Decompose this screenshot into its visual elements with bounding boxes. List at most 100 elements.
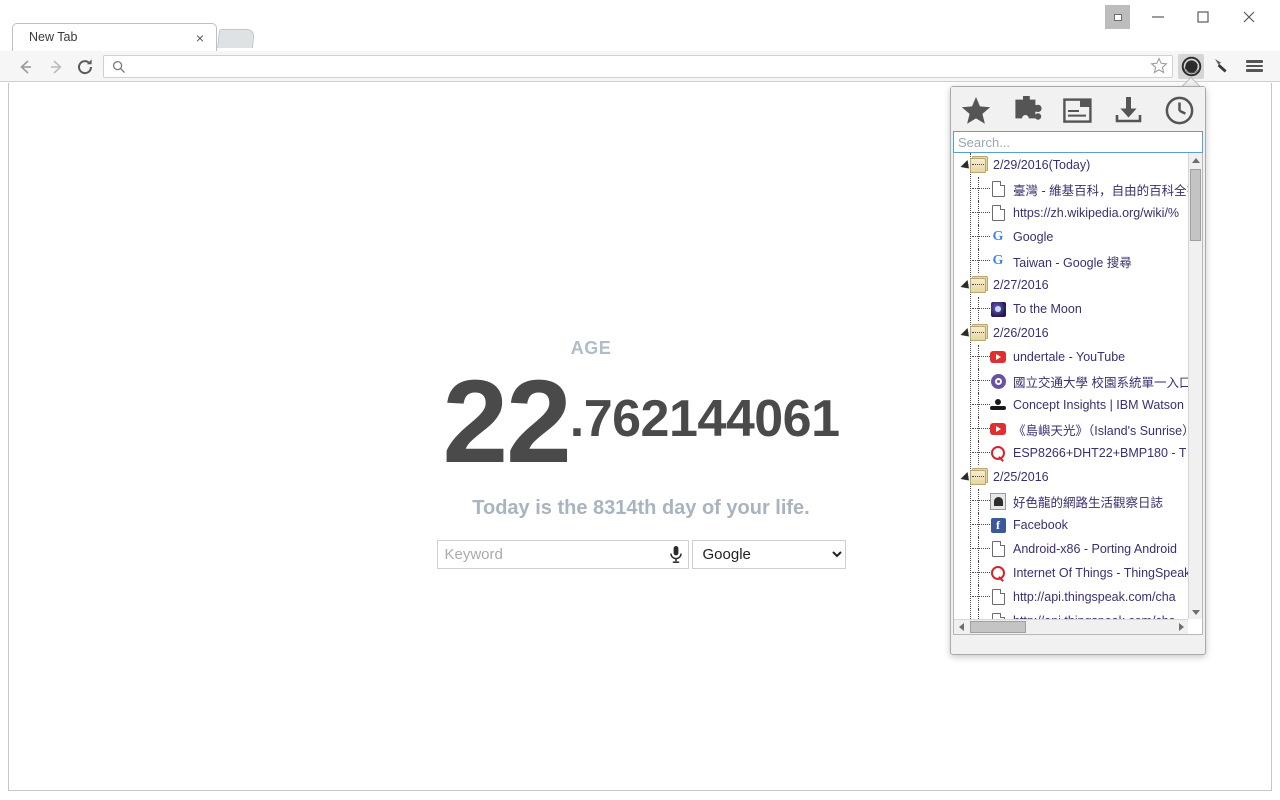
scroll-down-button[interactable] <box>1189 605 1202 619</box>
favicon: G <box>990 253 1006 269</box>
history-date-group[interactable]: 2/29/2016(Today) <box>954 153 1190 177</box>
favicon: f <box>990 517 1006 533</box>
history-entry-row[interactable]: G Taiwan - Google 搜尋 <box>954 249 1190 273</box>
facebook-icon: f <box>990 517 1006 533</box>
keyword-field-wrapper <box>436 540 689 569</box>
tab-close-icon[interactable]: × <box>192 30 208 46</box>
popup-tab-bookmarks[interactable] <box>954 91 998 129</box>
tree-connector-line <box>972 188 990 189</box>
tree-connector-line <box>972 356 990 357</box>
vertical-scrollbar[interactable] <box>1188 153 1202 619</box>
popup-tab-extensions[interactable] <box>1005 91 1049 129</box>
favicon <box>990 541 1006 557</box>
scroll-left-button[interactable] <box>954 620 968 634</box>
history-entry-row[interactable]: ESP8266+DHT22+BMP180 - T <box>954 441 1190 465</box>
favicon <box>990 181 1006 197</box>
history-date-label: 2/25/2016 <box>993 470 1049 484</box>
tree-branch-line <box>978 561 979 585</box>
horizontal-scrollbar-thumb[interactable] <box>970 621 1026 633</box>
history-entry-row[interactable]: G Google <box>954 225 1190 249</box>
restore-glyph <box>1113 13 1122 21</box>
bookmark-star-icon[interactable] <box>1150 57 1168 75</box>
tree-branch-line <box>978 441 979 465</box>
tree-connector-line <box>972 476 984 477</box>
close-button[interactable] <box>1226 0 1272 33</box>
history-popup-panel: 2/29/2016(Today) 臺灣 - 維基百科，自由的百科全書 https:/… <box>950 86 1206 655</box>
tree-connector-line <box>972 260 990 261</box>
tree-connector-line <box>972 164 984 165</box>
document-icon <box>991 541 1005 557</box>
tree-connector-line <box>972 284 984 285</box>
microphone-icon[interactable] <box>669 545 683 564</box>
history-entry-title: undertale - YouTube <box>1013 350 1126 364</box>
minimize-button[interactable] <box>1135 0 1181 33</box>
history-date-group[interactable]: 2/26/2016 <box>954 321 1190 345</box>
chrome-menu-button[interactable] <box>1244 56 1264 76</box>
history-entry-row[interactable]: 臺灣 - 維基百科，自由的百科全書 <box>954 177 1190 201</box>
vertical-scrollbar-thumb[interactable] <box>1190 169 1201 241</box>
horizontal-scrollbar[interactable] <box>954 619 1188 634</box>
popup-tab-history[interactable] <box>1158 91 1202 129</box>
history-entry-row[interactable]: Internet Of Things - ThingSpeak <box>954 561 1190 585</box>
favicon <box>990 565 1006 581</box>
address-input[interactable] <box>30 54 1124 70</box>
tab-strip: New Tab × <box>0 0 1090 52</box>
history-entry-title: To the Moon <box>1013 302 1082 316</box>
youtube-icon <box>990 351 1006 363</box>
scroll-up-button[interactable] <box>1189 153 1202 167</box>
history-entry-row[interactable]: 國立交通大學 校園系統單一入口 <box>954 369 1190 393</box>
history-entry-title: Internet Of Things - ThingSpeak <box>1013 566 1190 580</box>
tree-connector-line <box>972 380 990 381</box>
history-entry-row[interactable]: https://zh.wikipedia.org/wiki/% <box>954 201 1190 225</box>
google-icon: G <box>992 253 1004 268</box>
search-engine-select[interactable]: Google <box>691 540 846 569</box>
tree-branch-line <box>978 225 979 249</box>
history-entry-row[interactable]: f Facebook <box>954 513 1190 537</box>
tree-branch-line <box>978 297 979 321</box>
history-entry-row[interactable]: undertale - YouTube <box>954 345 1190 369</box>
tab-new-tab[interactable]: New Tab × <box>12 23 217 52</box>
chevron-down-icon <box>1191 609 1200 615</box>
google-icon: G <box>992 229 1004 244</box>
history-entry-title: Taiwan - Google 搜尋 <box>1013 255 1132 270</box>
history-entry-title: 好色龍的網路生活觀察日誌 <box>1013 495 1164 510</box>
developer-tools-button[interactable] <box>1211 55 1233 77</box>
tree-branch-line <box>978 369 979 393</box>
history-date-group[interactable]: 2/25/2016 <box>954 465 1190 489</box>
clipboard-icon <box>1063 97 1093 123</box>
favicon <box>990 373 1006 389</box>
age-fraction: .762144061 <box>569 390 840 448</box>
history-date-label: 2/27/2016 <box>993 278 1049 292</box>
document-icon <box>991 181 1005 197</box>
history-entry-row[interactable]: 《島嶼天光》（Island's Sunrise） <box>954 417 1190 441</box>
restore-small-button[interactable] <box>1105 5 1130 29</box>
age-integer: 22 <box>442 356 572 488</box>
popup-tab-notes[interactable] <box>1056 91 1100 129</box>
chevron-up-icon <box>1191 157 1200 163</box>
history-entry-title: 《島嶼天光》（Island's Sunrise） <box>1013 423 1190 438</box>
history-master-extension-button[interactable] <box>1178 54 1204 79</box>
popup-search-input[interactable] <box>953 131 1203 153</box>
tree-branch-line <box>978 249 979 273</box>
tree-connector-line <box>972 308 990 309</box>
browser-toolbar <box>0 51 1280 82</box>
favicon <box>990 349 1006 365</box>
history-date-group[interactable]: 2/27/2016 <box>954 273 1190 297</box>
history-entry-row[interactable]: Concept Insights | IBM Watson <box>954 393 1190 417</box>
popup-tab-downloads[interactable] <box>1107 91 1151 129</box>
history-entry-title: Google <box>1013 230 1054 244</box>
scroll-right-button[interactable] <box>1174 620 1188 634</box>
keyword-input[interactable] <box>436 540 689 569</box>
history-entry-row[interactable]: http://api.thingspeak.com/cha <box>954 585 1190 609</box>
new-tab-button[interactable] <box>217 29 255 48</box>
maximize-button[interactable] <box>1180 0 1226 33</box>
tree-connector-line <box>972 524 990 525</box>
history-tree: 2/29/2016(Today) 臺灣 - 維基百科，自由的百科全書 https:/… <box>954 153 1190 633</box>
favicon <box>990 445 1006 461</box>
history-entry-row[interactable]: To the Moon <box>954 297 1190 321</box>
history-entry-title: http://api.thingspeak.com/cha <box>1013 590 1176 604</box>
history-entry-row[interactable]: Android-x86 - Porting Android <box>954 537 1190 561</box>
tree-connector-line <box>972 548 990 549</box>
tree-connector-line <box>972 596 990 597</box>
history-entry-row[interactable]: 好色龍的網路生活觀察日誌 <box>954 489 1190 513</box>
